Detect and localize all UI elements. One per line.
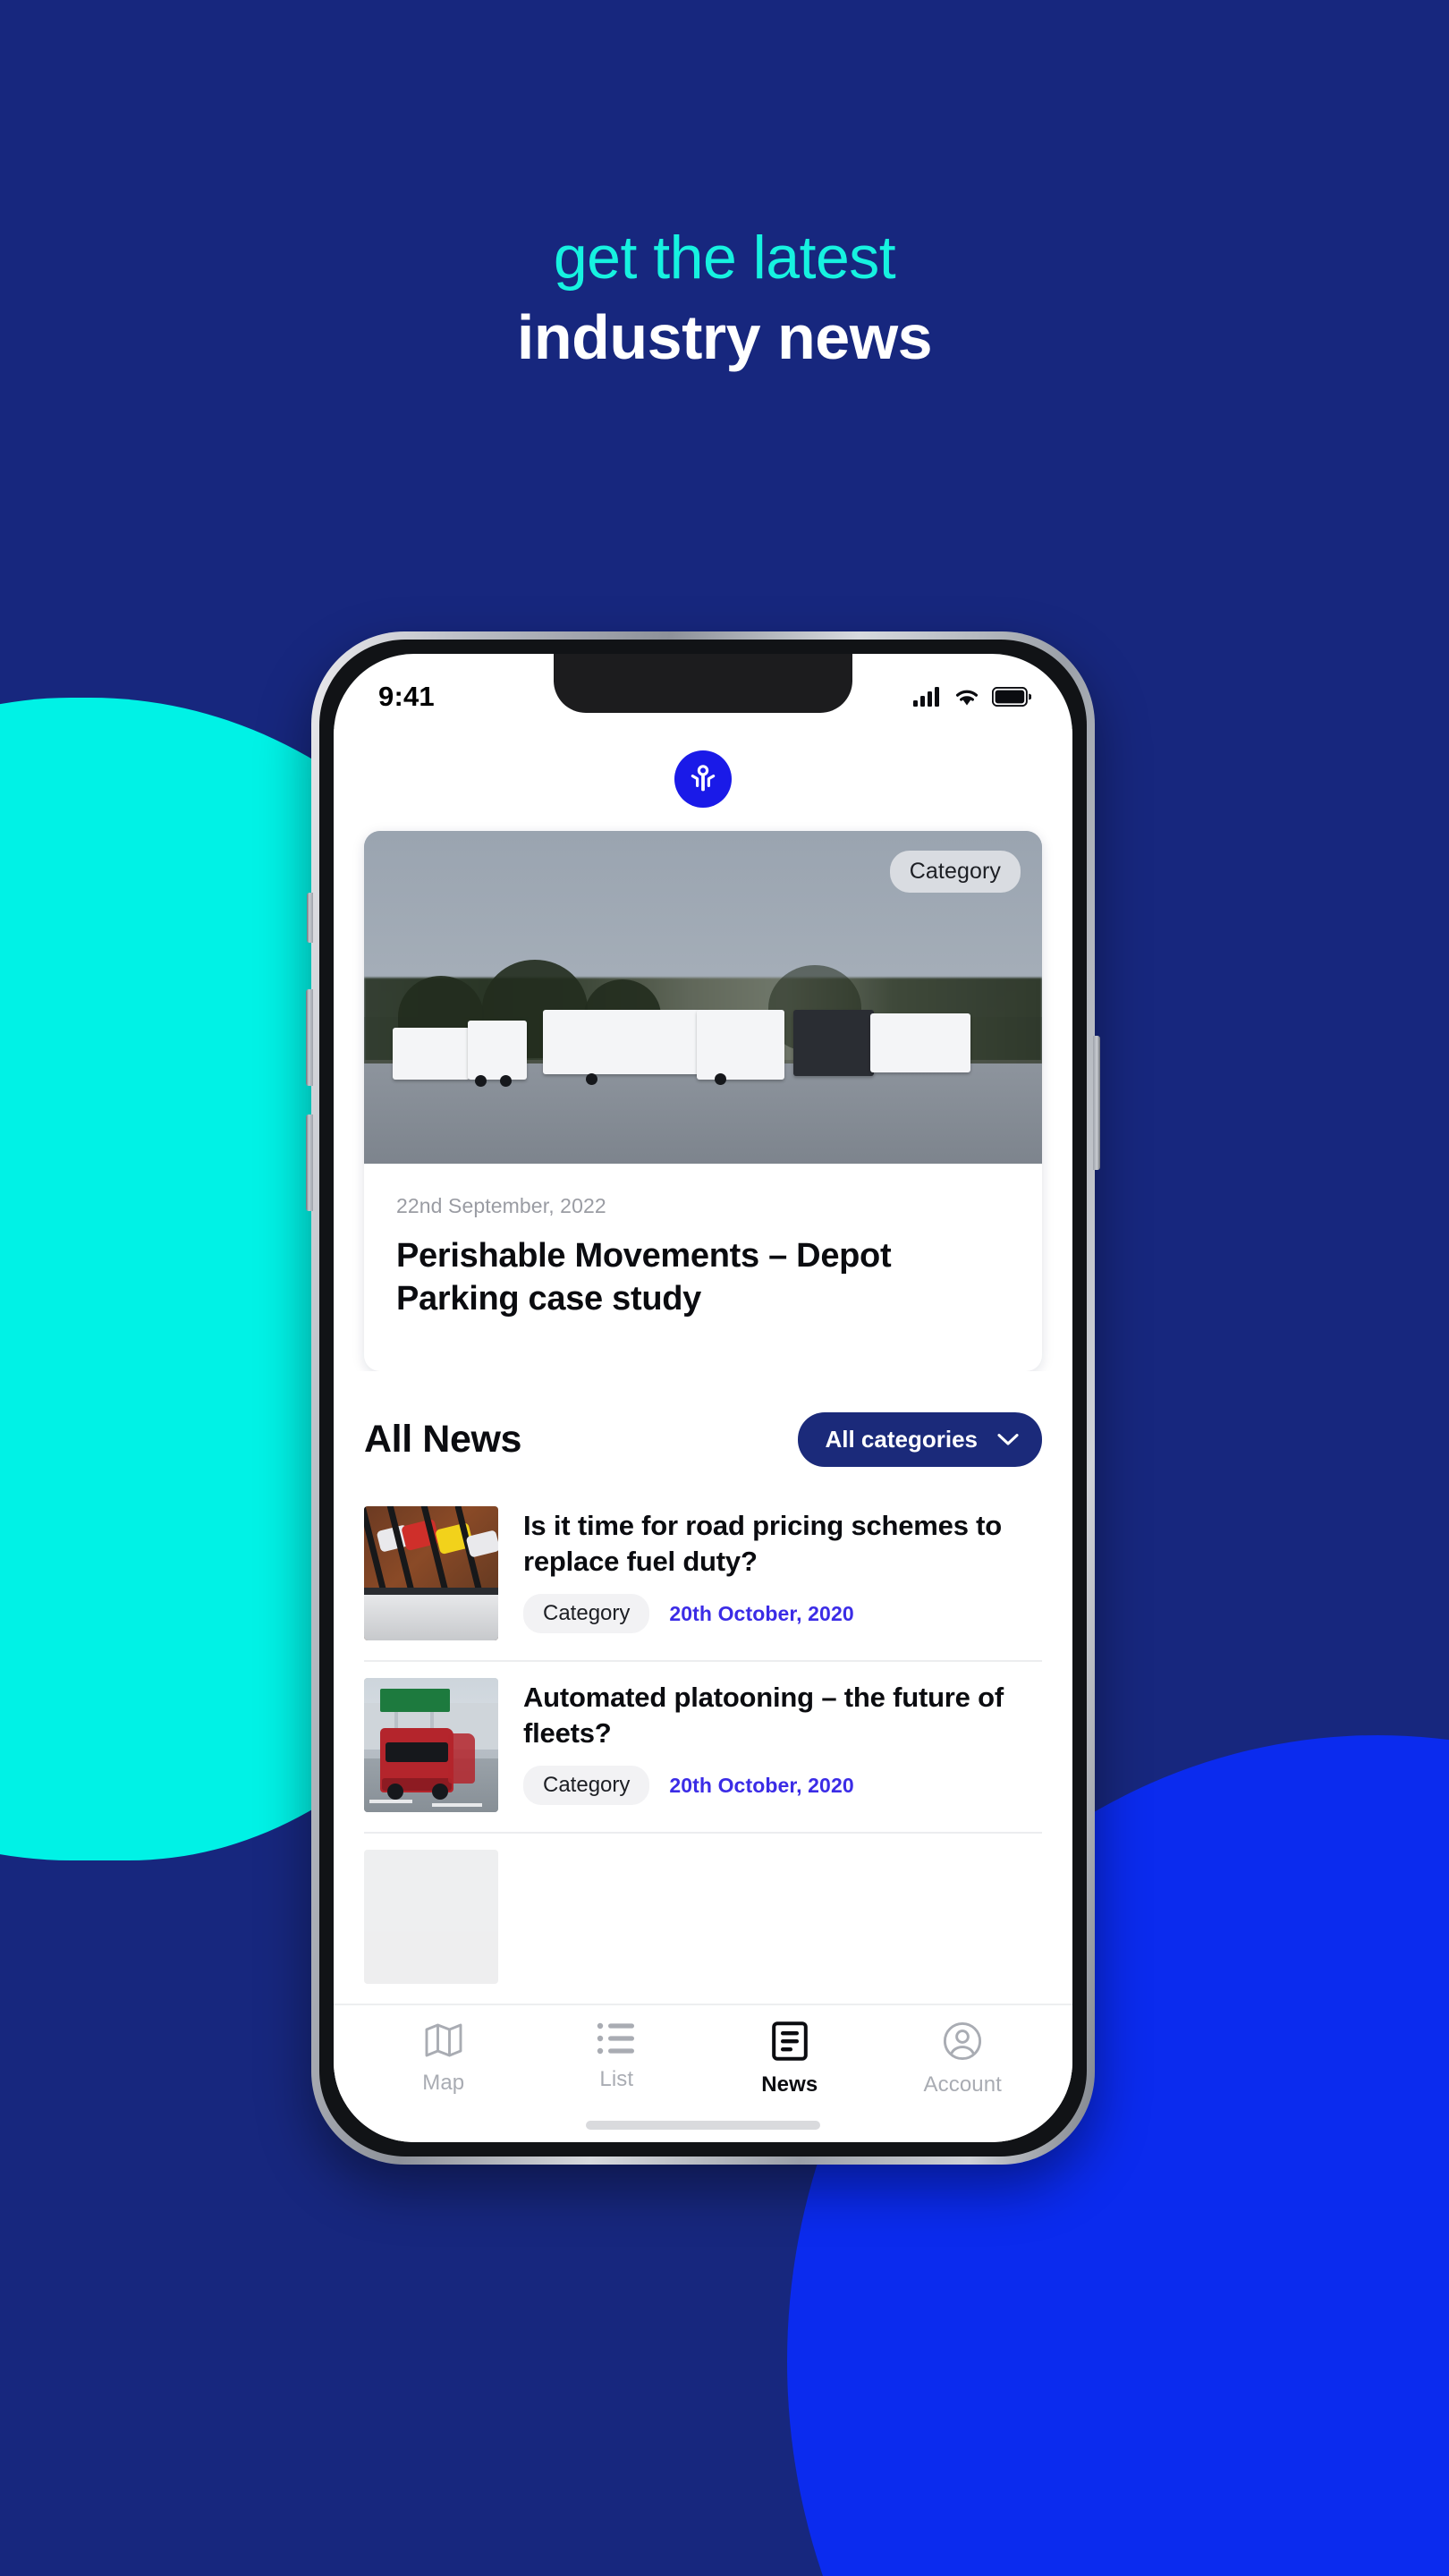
image-wheel (586, 1073, 597, 1085)
volume-down-button[interactable] (306, 1114, 313, 1211)
news-item-date: 20th October, 2020 (669, 1601, 854, 1625)
featured-article-card[interactable]: Category 22nd September, 2022 Perishable… (364, 831, 1042, 1371)
image-wheel (475, 1075, 487, 1087)
news-item-meta: Category 20th October, 2020 (523, 1594, 1042, 1634)
volume-up-button[interactable] (306, 989, 313, 1086)
featured-article-image: Category (364, 831, 1042, 1164)
image-wheel (500, 1075, 512, 1087)
red-truck-on-motorway-image (364, 1677, 498, 1812)
promo-screenshot: get the latest industry news 9:41 Catego… (0, 0, 1449, 2576)
tab-map[interactable]: Map (357, 2021, 530, 2097)
home-indicator[interactable] (586, 2121, 820, 2130)
news-thumbnail (364, 1505, 498, 1640)
accessibility-person-icon[interactable] (674, 750, 732, 808)
power-button[interactable] (1093, 1036, 1100, 1170)
all-news-header: All News All categories (334, 1403, 1072, 1467)
bottom-tab-bar: Map List News Account (334, 2004, 1072, 2142)
phone-bezel: 9:41 Category 22nd September, 2022 Peris… (319, 640, 1087, 2157)
news-item-text (523, 1850, 1042, 1984)
list-item[interactable]: Automated platooning – the future of fle… (364, 1662, 1042, 1834)
news-screen: Category 22nd September, 2022 Perishable… (334, 729, 1072, 2126)
page-title: All News (364, 1417, 522, 1461)
news-thumbnail (364, 1849, 498, 1984)
wifi-icon (955, 690, 979, 706)
image-dark-truck (793, 1010, 874, 1076)
tab-news[interactable]: News (703, 2021, 877, 2097)
tab-list[interactable]: List (530, 2021, 704, 2097)
tab-list: Map List News Account (357, 2021, 1049, 2097)
accessibility-glyph (691, 765, 716, 792)
news-item-category[interactable]: Category (523, 1766, 650, 1806)
featured-article-title: Perishable Movements – Depot Parking cas… (396, 1237, 892, 1318)
image-truck-cab (468, 1021, 527, 1080)
mute-switch[interactable] (307, 893, 313, 943)
image-wheel (715, 1073, 726, 1085)
tab-label: List (599, 2067, 634, 2091)
news-list: Is it time for road pricing schemes to r… (334, 1490, 1072, 2005)
news-item-meta: Category 20th October, 2020 (523, 1766, 1042, 1806)
status-time: 9:41 (378, 681, 435, 712)
account-person-icon (944, 2021, 982, 2061)
list-icon (597, 2022, 635, 2055)
headline-line-1: get the latest (553, 224, 896, 292)
image-trailer (393, 1028, 470, 1080)
chevron-down-icon (997, 1433, 1019, 1445)
news-item-date: 20th October, 2020 (669, 1773, 854, 1797)
featured-category-badge[interactable]: Category (889, 851, 1021, 893)
list-item[interactable]: Is it time for road pricing schemes to r… (364, 1490, 1042, 1662)
image-trailer (543, 1010, 709, 1074)
app-header (334, 729, 1072, 827)
category-filter-label: All categories (825, 1425, 978, 1453)
list-item[interactable] (364, 1834, 1042, 2005)
news-item-title: Automated platooning – the future of fle… (523, 1681, 1004, 1750)
news-thumbnail (364, 1677, 498, 1812)
category-filter-dropdown[interactable]: All categories (798, 1411, 1042, 1467)
news-item-title: Is it time for road pricing schemes to r… (523, 1509, 1003, 1578)
status-bar: 9:41 (334, 654, 1072, 729)
phone-mockup: 9:41 Category 22nd September, 2022 Peris… (306, 631, 1100, 2165)
promo-headline: get the latest industry news (0, 222, 1449, 375)
news-item-text: Is it time for road pricing schemes to r… (523, 1506, 1042, 1640)
news-item-category[interactable]: Category (523, 1594, 650, 1634)
section-spacer (334, 1370, 1072, 1403)
tab-label: News (761, 2072, 818, 2097)
battery-full-icon (992, 687, 1031, 707)
status-indicators (913, 687, 1031, 707)
news-document-icon (771, 2021, 808, 2061)
tab-label: Map (422, 2071, 465, 2095)
featured-article-date: 22nd September, 2022 (396, 1194, 606, 1217)
signal-bars-icon (913, 687, 939, 707)
image-truck-cab (697, 1010, 784, 1080)
tab-account[interactable]: Account (877, 2021, 1050, 2097)
fuel-pump-nozzles-image (364, 1505, 498, 1640)
news-item-text: Automated platooning – the future of fle… (523, 1678, 1042, 1812)
map-icon (425, 2023, 462, 2057)
image-trailer (870, 1013, 970, 1072)
tab-label: Account (923, 2072, 1002, 2097)
headline-line-2: industry news (516, 302, 933, 373)
phone-screen: 9:41 Category 22nd September, 2022 Peris… (334, 654, 1072, 2142)
featured-article-body: 22nd September, 2022 Perishable Movement… (364, 1164, 1042, 1371)
